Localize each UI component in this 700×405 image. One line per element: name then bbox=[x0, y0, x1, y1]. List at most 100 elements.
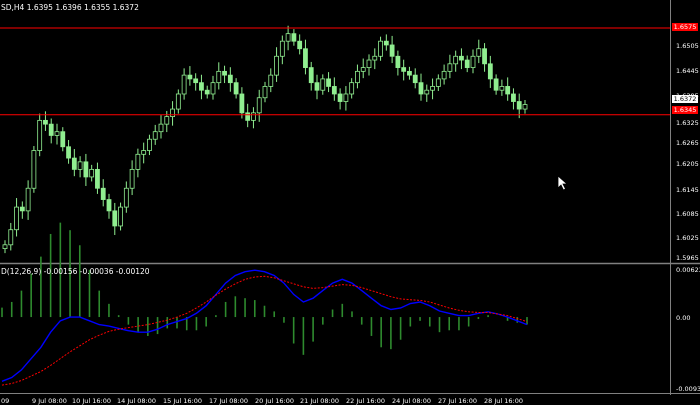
candle-body bbox=[314, 82, 320, 91]
candle-body bbox=[112, 210, 118, 227]
candle-body bbox=[268, 74, 274, 87]
candle-body bbox=[48, 123, 54, 136]
mouse-pointer-icon bbox=[557, 175, 569, 191]
candle-body bbox=[123, 187, 129, 208]
time-axis-label: 15 Jul 16:00 bbox=[163, 397, 202, 405]
candle-body bbox=[256, 97, 262, 114]
price-axis-label: 1.6145 bbox=[676, 186, 699, 194]
candle-body bbox=[291, 33, 297, 42]
candle-body bbox=[303, 48, 308, 68]
candle-body bbox=[170, 108, 175, 118]
candle-body bbox=[401, 67, 407, 72]
macd-axis-label: 0.00 bbox=[676, 314, 691, 322]
price-axis-label: 1.6445 bbox=[676, 67, 699, 75]
candle-body bbox=[274, 55, 279, 76]
candle-body bbox=[337, 93, 343, 102]
candle-body bbox=[360, 67, 366, 72]
time-axis-label: 27 Jul 16:00 bbox=[438, 397, 477, 405]
candle-body bbox=[447, 63, 453, 72]
candle-body bbox=[239, 93, 245, 114]
candle-body bbox=[83, 161, 89, 178]
price-axis-label: 1.6505 bbox=[676, 42, 699, 50]
macd-axis-label: -0.00939 bbox=[676, 385, 700, 393]
candle-body bbox=[43, 119, 48, 125]
candle-body bbox=[14, 206, 19, 231]
candle-body bbox=[164, 116, 170, 125]
candle-body bbox=[251, 112, 256, 121]
candle-body bbox=[106, 199, 112, 212]
candle-body bbox=[430, 86, 435, 91]
candle-body bbox=[505, 86, 511, 95]
candle-body bbox=[54, 131, 60, 136]
candle-body bbox=[71, 157, 77, 170]
time-axis-label: 14 Jul 08:00 bbox=[117, 397, 156, 405]
candle-body bbox=[279, 40, 285, 57]
time-axis-label: 09 bbox=[1, 397, 10, 405]
candle-body bbox=[326, 78, 331, 87]
signal-line bbox=[1, 275, 528, 386]
time-axis-label: 10 Jul 16:00 bbox=[72, 397, 111, 405]
candle-body bbox=[297, 40, 303, 50]
candle-body bbox=[383, 40, 389, 46]
candle-body bbox=[355, 70, 360, 84]
current-price-tag: 1.6372 bbox=[672, 95, 698, 103]
candle-body bbox=[378, 40, 383, 57]
candle-body bbox=[464, 59, 470, 68]
candle-body bbox=[193, 78, 199, 84]
price-axis-label: 1.6325 bbox=[676, 119, 699, 127]
candle-body bbox=[181, 74, 187, 95]
candle-body bbox=[210, 82, 216, 95]
candle-body bbox=[412, 74, 418, 84]
candle-body bbox=[424, 89, 430, 95]
candle-body bbox=[19, 206, 25, 212]
candle-body bbox=[216, 70, 222, 84]
candle-body bbox=[285, 33, 291, 42]
candle-body bbox=[435, 78, 441, 87]
price-axis-label: 1.6265 bbox=[676, 139, 699, 147]
candle-body bbox=[516, 101, 522, 110]
candle-body bbox=[522, 104, 528, 110]
time-axis-label: 21 Jul 08:00 bbox=[300, 397, 339, 405]
candle-body bbox=[389, 44, 395, 57]
candle-body bbox=[459, 55, 464, 61]
time-axis-label: 17 Jul 08:00 bbox=[209, 397, 248, 405]
candle-body bbox=[147, 138, 152, 151]
main-chart-title: SD,H4 1.6395 1.6396 1.6355 1.6372 bbox=[1, 3, 139, 12]
candle-body bbox=[187, 74, 193, 80]
candle-body bbox=[233, 82, 239, 95]
candle-body bbox=[308, 67, 314, 84]
candle-body bbox=[487, 63, 493, 80]
price-axis-label: 1.5965 bbox=[676, 254, 699, 262]
candle-body bbox=[77, 161, 83, 170]
candle-body bbox=[262, 86, 268, 99]
top-line-price-tag: 1.6575 bbox=[672, 23, 698, 31]
chart-canvas[interactable] bbox=[0, 0, 700, 405]
time-axis-label: 28 Jul 16:00 bbox=[484, 397, 523, 405]
time-axis-label: 9 Jul 08:00 bbox=[32, 397, 67, 405]
macd-title: D(12,26,9) -0.00156 -0.00036 -0.00120 bbox=[1, 267, 150, 276]
candle-body bbox=[135, 153, 141, 170]
candle-body bbox=[476, 48, 482, 57]
bottom-line-price-tag: 1.6345 bbox=[672, 106, 698, 114]
price-axis-label: 1.6085 bbox=[676, 210, 699, 218]
candle-body bbox=[331, 86, 337, 95]
candle-body bbox=[366, 59, 372, 68]
candle-body bbox=[372, 55, 378, 61]
candle-body bbox=[407, 70, 412, 76]
macd-line bbox=[1, 269, 528, 382]
candle-body bbox=[2, 244, 8, 249]
candle-body bbox=[349, 82, 355, 95]
candle-body bbox=[158, 123, 164, 133]
candle-body bbox=[499, 86, 505, 91]
price-axis-label: 1.6205 bbox=[676, 160, 699, 168]
candle-body bbox=[66, 146, 71, 159]
candle-body bbox=[493, 78, 499, 91]
candle-body bbox=[245, 112, 251, 121]
candle-body bbox=[25, 187, 31, 212]
candle-body bbox=[175, 93, 181, 110]
candle-body bbox=[470, 55, 476, 68]
candle-body bbox=[199, 82, 204, 91]
candle-body bbox=[395, 55, 401, 68]
candle-body bbox=[418, 82, 424, 95]
candle-body bbox=[511, 93, 516, 102]
